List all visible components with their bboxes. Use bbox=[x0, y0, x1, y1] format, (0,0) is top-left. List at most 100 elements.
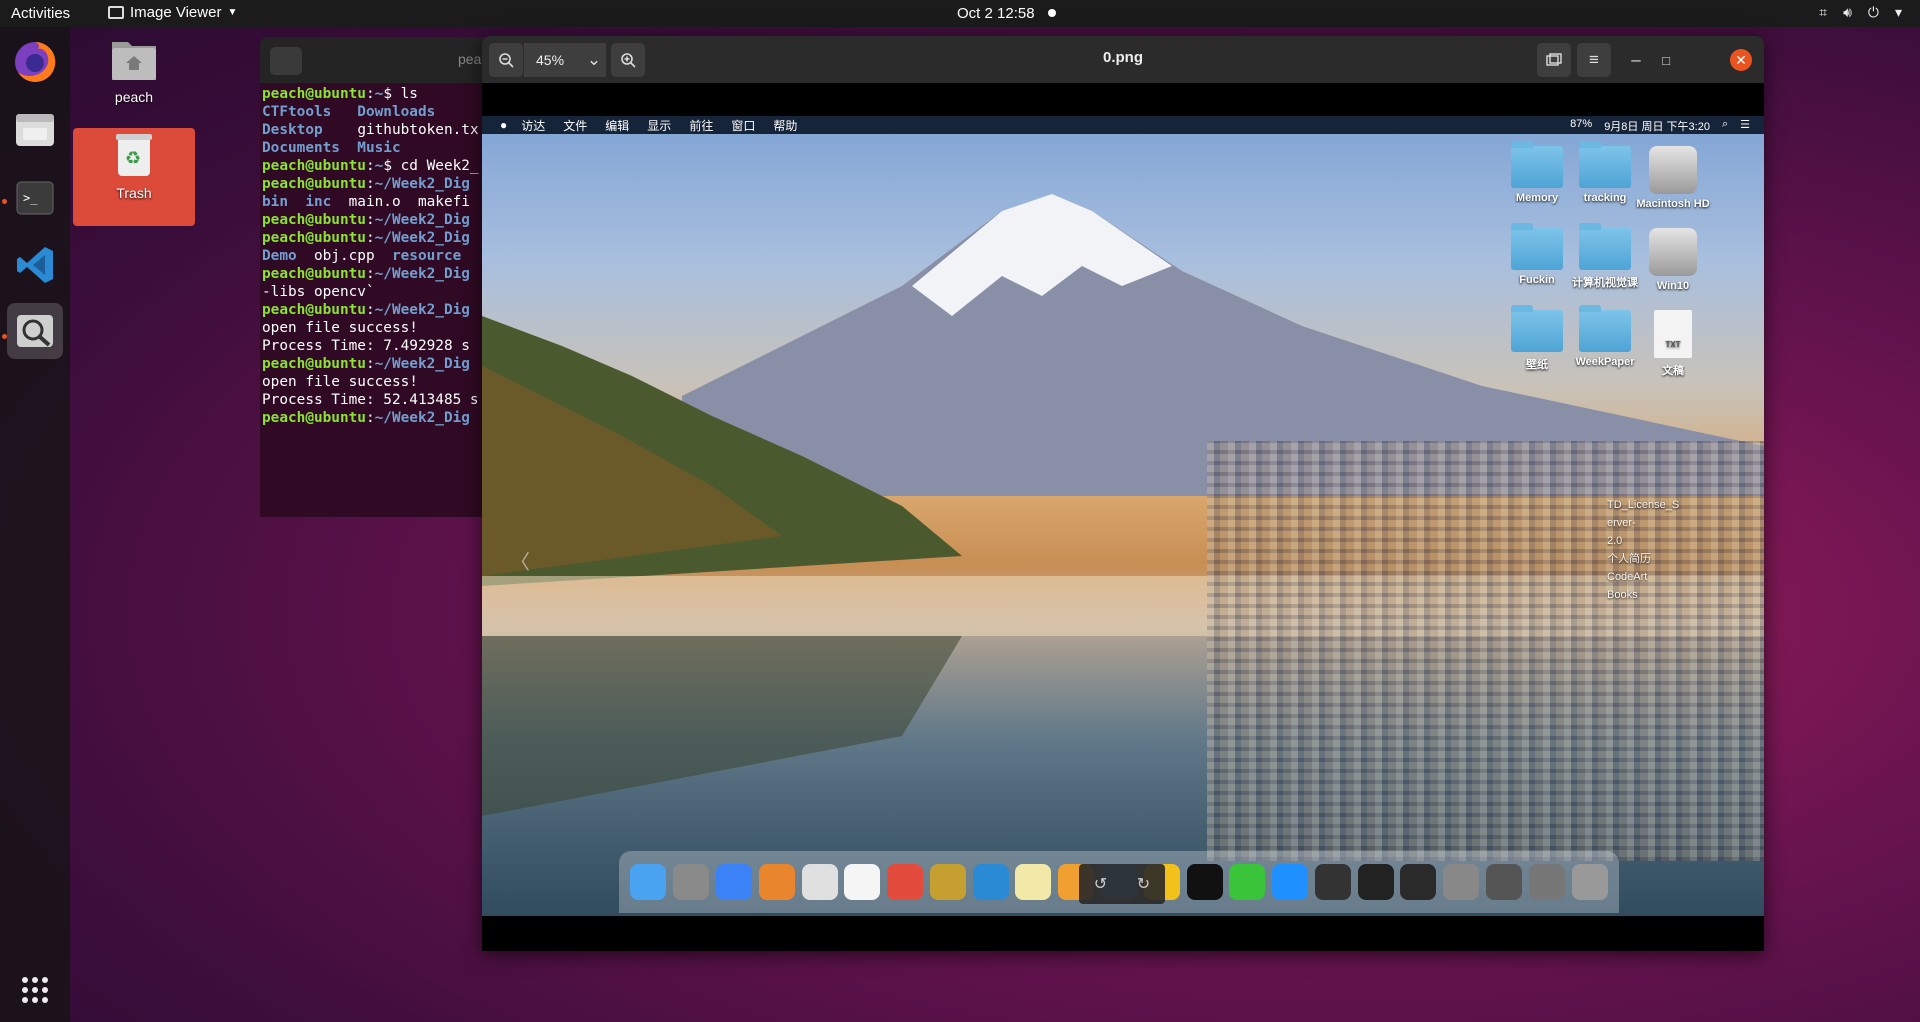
mac-desktop-item-label: 壁纸 bbox=[1526, 359, 1548, 371]
mac-desktop-item: tracking bbox=[1566, 141, 1644, 204]
mac-dock-app-icon bbox=[758, 864, 795, 900]
volume-icon: 🔊︎ bbox=[1843, 4, 1852, 20]
zoom-in-button[interactable] bbox=[611, 43, 645, 77]
glitch-label: erver- bbox=[1607, 517, 1636, 529]
files-icon bbox=[16, 114, 54, 146]
mac-desktop-item: Win10 bbox=[1634, 228, 1712, 292]
mac-desktop-item-label: 计算机视觉课 bbox=[1572, 277, 1638, 289]
terminal-output[interactable]: peach@ubuntu:~$ ls CTFtools Downloads Desk… bbox=[260, 83, 500, 427]
mac-battery: 87% bbox=[1570, 118, 1593, 130]
rotate-right-icon[interactable]: ↻ bbox=[1137, 874, 1150, 894]
terminal-icon: >_ bbox=[16, 181, 54, 215]
mac-datetime: 9月8日 周日 下午3:20 bbox=[1604, 121, 1710, 133]
terminal-segment: peach@ubuntu bbox=[262, 212, 366, 228]
image-viewer-window[interactable]: 45% ⌄ 0.png ≡ – □ ✕ ● 访达 文件 编辑 显示 前往 窗口 … bbox=[482, 36, 1764, 951]
viewer-header: 45% ⌄ 0.png ≡ – □ ✕ bbox=[482, 36, 1764, 83]
minimize-button[interactable]: – bbox=[1624, 43, 1648, 77]
zoom-in-icon bbox=[621, 53, 636, 68]
glitched-region: TD_License_S erver- 2.0 个人简历 CodeArt Books bbox=[1207, 441, 1764, 861]
app-menu[interactable]: Image Viewer ▼ bbox=[108, 4, 237, 21]
terminal-segment: ~/Week2_Dig bbox=[374, 230, 470, 246]
terminal-segment: : bbox=[365, 86, 375, 102]
dock: >_ bbox=[0, 27, 70, 1022]
mac-dock-app-icon bbox=[1528, 864, 1565, 900]
mac-dock-app-icon bbox=[972, 864, 1009, 900]
terminal-segment: resource bbox=[391, 248, 462, 264]
drive-icon bbox=[1649, 228, 1697, 276]
terminal-line: bin inc main.o makefi bbox=[262, 193, 500, 211]
mac-dock-app-icon bbox=[929, 864, 966, 900]
previous-image-arrow[interactable]: 〈 bbox=[510, 546, 530, 575]
mac-menu-item: 访达 bbox=[521, 118, 546, 133]
terminal-segment: ~/Week2_Dig bbox=[374, 302, 470, 318]
mac-dock-app-icon bbox=[887, 864, 924, 900]
clock[interactable]: Oct 2 12:58 bbox=[957, 5, 1035, 22]
mac-search-icon: ⌕ bbox=[1721, 118, 1729, 130]
terminal-segment: Process Time: 52.413485 s bbox=[262, 392, 479, 408]
terminal-segment: peach@ubuntu bbox=[262, 410, 366, 426]
terminal-line: peach@ubuntu:~$ cd Week2_ bbox=[262, 157, 500, 175]
terminal-segment: : bbox=[365, 176, 375, 192]
glitch-label: Books bbox=[1607, 589, 1638, 601]
rotate-left-icon[interactable]: ↺ bbox=[1094, 874, 1107, 894]
maximize-button[interactable]: □ bbox=[1654, 43, 1678, 77]
dock-image-viewer[interactable] bbox=[7, 303, 63, 359]
terminal-segment: peach@ubuntu bbox=[262, 86, 366, 102]
power-icon: ⏻ bbox=[1867, 4, 1879, 20]
text-document-icon: TXT bbox=[1654, 310, 1692, 358]
terminal-title: pea bbox=[458, 51, 482, 67]
terminal-segment: ~/Week2_Dig bbox=[374, 176, 470, 192]
rotate-controls: ↺ ↻ bbox=[1079, 864, 1165, 904]
terminal-line: peach@ubuntu:~/Week2_Dig bbox=[262, 175, 500, 193]
terminal-line: -libs opencv` bbox=[262, 283, 500, 301]
mac-dock-app-icon bbox=[1272, 864, 1309, 900]
tray-chevron-icon: ▾ bbox=[1894, 4, 1902, 20]
terminal-line: open file success! bbox=[262, 373, 500, 391]
main-menu-button[interactable]: ≡ bbox=[1577, 43, 1611, 77]
mac-dock-app-icon bbox=[673, 864, 710, 900]
terminal-segment: peach@ubuntu bbox=[262, 230, 366, 246]
displayed-image[interactable]: ● 访达 文件 编辑 显示 前往 窗口 帮助 87% 9月8日 周日 下午3:20 ⌕ ☰ … bbox=[482, 116, 1764, 916]
terminal-line: Documents Music bbox=[262, 139, 500, 157]
folder-icon bbox=[1511, 305, 1563, 352]
folder-icon bbox=[1579, 305, 1631, 352]
terminal-window[interactable]: pea peach@ubuntu:~$ ls CTFtools Downloads… bbox=[260, 37, 500, 517]
new-tab-button[interactable] bbox=[270, 47, 302, 75]
system-tray[interactable]: ⌗ 🔊︎ ⏻ ▾ bbox=[1819, 4, 1902, 21]
trash-icon: ♻ bbox=[116, 134, 152, 176]
show-apps-button[interactable] bbox=[7, 962, 63, 1018]
zoom-dropdown-chevron-icon[interactable]: ⌄ bbox=[582, 43, 606, 77]
terminal-segment: -libs opencv` bbox=[262, 284, 375, 300]
top-bar: Activities Image Viewer ▼ Oct 2 12:58 ⌗ … bbox=[0, 0, 1920, 27]
terminal-segment: ~/Week2_Dig bbox=[374, 266, 470, 282]
dock-firefox[interactable] bbox=[7, 34, 63, 90]
dock-terminal[interactable]: >_ bbox=[7, 170, 63, 226]
terminal-line: Process Time: 52.413485 s bbox=[262, 391, 500, 409]
activities-button[interactable]: Activities bbox=[11, 5, 70, 22]
terminal-segment: ~ bbox=[374, 158, 384, 174]
mac-desktop-item: Fuckin bbox=[1498, 223, 1576, 286]
mac-dock-app-icon bbox=[630, 864, 667, 900]
terminal-segment: ~/Week2_Dig bbox=[374, 212, 470, 228]
mac-desktop-item-label: 文稿 bbox=[1662, 365, 1684, 377]
fullscreen-button[interactable] bbox=[1537, 43, 1571, 77]
mac-status-area: 87% 9月8日 周日 下午3:20 ⌕ ☰ bbox=[1570, 118, 1750, 134]
desktop-trash[interactable]: ♻ Trash bbox=[73, 128, 195, 226]
home-folder-label: peach bbox=[114, 89, 154, 105]
mac-menu-item: 编辑 bbox=[605, 118, 630, 133]
terminal-segment: githubtoken.tx bbox=[357, 122, 479, 138]
dock-files[interactable] bbox=[7, 102, 63, 158]
terminal-segment: peach@ubuntu bbox=[262, 356, 366, 372]
zoom-out-button[interactable] bbox=[489, 43, 523, 77]
mac-desktop-item: TXT 文稿 bbox=[1634, 310, 1712, 378]
terminal-segment: open file success! bbox=[262, 320, 418, 336]
close-button[interactable]: ✕ bbox=[1730, 49, 1752, 71]
mac-menu-item: 帮助 bbox=[773, 118, 798, 133]
dock-vscode[interactable] bbox=[7, 237, 63, 293]
terminal-segment: ~/Week2_Dig bbox=[374, 410, 470, 426]
terminal-segment: Process Time: 7.492928 s bbox=[262, 338, 470, 354]
terminal-segment: : bbox=[365, 230, 375, 246]
desktop-home-folder[interactable]: peach bbox=[73, 36, 195, 105]
terminal-segment: ~/Week2_Dig bbox=[374, 356, 470, 372]
glitch-label: TD_License_S bbox=[1607, 499, 1680, 511]
